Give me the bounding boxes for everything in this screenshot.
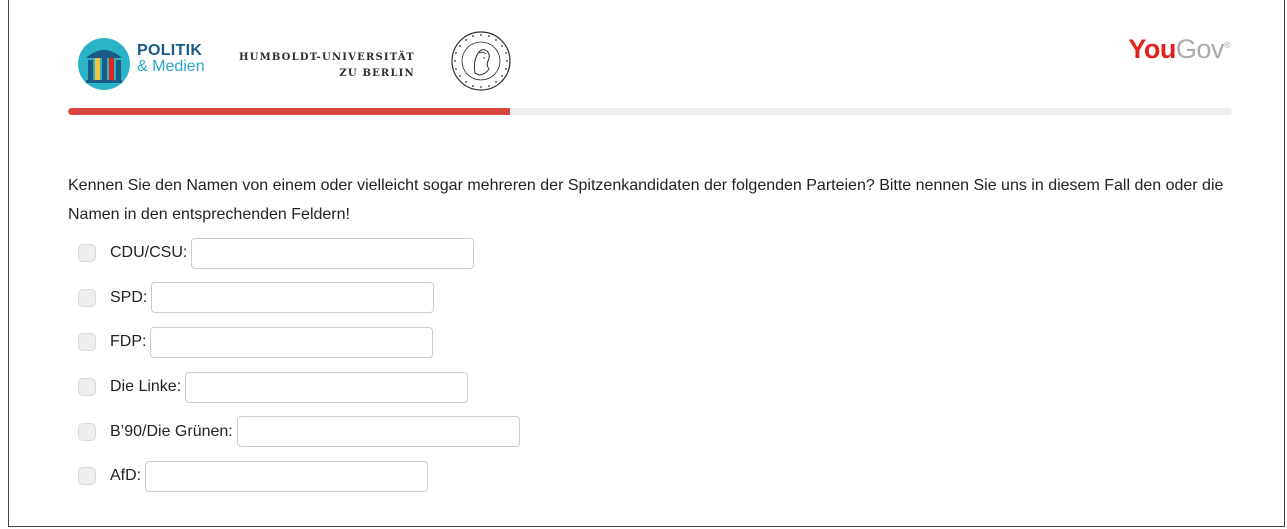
- party-option-row: Die Linke:: [78, 371, 520, 416]
- party-option-list: CDU/CSU: SPD: FDP: Die Linke: B’90/Die Grüne…: [78, 237, 520, 505]
- yougov-registered-mark: ®: [1223, 40, 1231, 50]
- humboldt-wordmark: HUMBOLDT-UNIVERSITÄT ZU BERLIN: [239, 50, 415, 82]
- survey-frame: POLITIK & Medien HUMBOLDT-UNIVERSITÄT ZU…: [8, 0, 1285, 527]
- party-option-row: FDP:: [78, 326, 520, 371]
- party-label: FDP:: [110, 333, 147, 351]
- party-option-row: AfD:: [78, 460, 520, 505]
- party-option-row: B’90/Die Grünen:: [78, 415, 520, 460]
- humboldt-line2: ZU BERLIN: [339, 68, 415, 79]
- progress-bar: [68, 108, 1232, 115]
- candidate-name-input[interactable]: [191, 237, 475, 269]
- party-label: SPD:: [110, 288, 148, 306]
- yougov-you: You: [1128, 34, 1176, 64]
- party-checkbox[interactable]: [78, 422, 96, 441]
- party-label: B’90/Die Grünen:: [110, 422, 233, 440]
- politik-medien-wordmark: POLITIK & Medien: [137, 43, 205, 75]
- candidate-name-input[interactable]: [151, 282, 435, 314]
- party-checkbox[interactable]: [78, 244, 96, 263]
- party-checkbox[interactable]: [78, 288, 96, 307]
- party-option-row: CDU/CSU:: [78, 237, 520, 282]
- party-checkbox[interactable]: [78, 378, 96, 397]
- party-label: AfD:: [110, 467, 142, 485]
- party-label: CDU/CSU:: [110, 244, 188, 262]
- politik-title: POLITIK: [137, 42, 203, 59]
- party-checkbox[interactable]: [78, 467, 96, 486]
- medien-subtitle: & Medien: [137, 58, 205, 75]
- candidate-name-input[interactable]: [185, 371, 469, 403]
- candidate-name-input[interactable]: [145, 460, 429, 492]
- party-label: Die Linke:: [110, 378, 182, 396]
- candidate-name-input[interactable]: [236, 416, 520, 448]
- party-option-row: SPD:: [78, 282, 520, 327]
- yougov-logo: YouGov®: [1128, 34, 1230, 65]
- progress-bar-fill: [68, 108, 511, 115]
- question-text: Kennen Sie den Namen von einem oder viel…: [68, 177, 1224, 223]
- humboldt-line1: HUMBOLDT-UNIVERSITÄT: [239, 52, 415, 63]
- survey-header: POLITIK & Medien HUMBOLDT-UNIVERSITÄT ZU…: [9, 0, 1284, 100]
- yougov-gov: Gov: [1175, 34, 1225, 64]
- candidate-name-input[interactable]: [150, 326, 434, 358]
- politik-medien-logo-icon: [78, 38, 130, 90]
- party-checkbox[interactable]: [78, 333, 96, 352]
- humboldt-seal-icon: [451, 31, 511, 91]
